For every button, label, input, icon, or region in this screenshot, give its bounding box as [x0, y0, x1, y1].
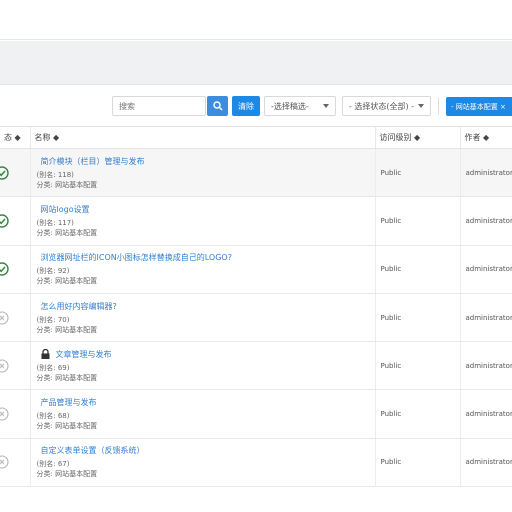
article-title[interactable]: 简介模块（栏目）管理与发布	[41, 157, 145, 166]
table-row: 网站logo设置 (别名: 117) 分类: 网站基本配置 Public adminis…	[0, 196, 512, 246]
article-title[interactable]: 浏览器网址栏的ICON小图标怎样替换成自己的LOGO?	[41, 253, 232, 262]
x-circle-icon[interactable]	[0, 407, 9, 421]
article-title[interactable]: 网站logo设置	[41, 205, 90, 214]
article-category: 分类: 网站基本配置	[36, 422, 98, 431]
article-category: 分类: 网站基本配置	[36, 277, 98, 286]
article-title-link[interactable]: 简介模块（栏目）管理与发布	[37, 156, 375, 167]
article-alias: (别名: 67)	[36, 460, 70, 469]
name-cell: 怎么用好内容编辑器? (别名: 70) 分类: 网站基本配置	[30, 293, 376, 343]
author-cell: administrator	[460, 293, 512, 343]
article-title-link[interactable]: 网站logo设置	[37, 204, 375, 215]
status-cell[interactable]	[0, 389, 31, 439]
x-circle-icon[interactable]	[0, 455, 9, 469]
article-title-link[interactable]: 怎么用好内容编辑器?	[37, 301, 375, 312]
article-alias: (别名: 92)	[36, 267, 70, 276]
status-cell[interactable]	[0, 341, 31, 391]
column-header-name[interactable]: 名称 ◆	[30, 126, 376, 149]
access-cell: Public	[375, 293, 461, 343]
article-title[interactable]: 产品管理与发布	[41, 398, 97, 407]
check-circle-icon[interactable]	[0, 165, 9, 180]
articles-table: 态 ◆ 名称 ◆ 访问级别 ◆ 作者 ◆ 简介模块（栏目）管理与发布 (别名: 1…	[0, 126, 512, 488]
access-cell: Public	[375, 389, 461, 439]
name-cell: 文章管理与发布 (别名: 69) 分类: 网站基本配置	[30, 341, 376, 391]
status-select[interactable]: - 选择状态(全部) -	[342, 96, 431, 116]
column-header-access[interactable]: 访问级别 ◆	[375, 126, 461, 149]
status-cell[interactable]	[0, 438, 31, 488]
name-cell: 浏览器网址栏的ICON小图标怎样替换成自己的LOGO? (别名: 92) 分类: 网…	[30, 245, 376, 294]
author-cell: administrator	[460, 341, 512, 391]
article-alias: (别名: 69)	[36, 363, 70, 372]
table-row: 简介模块（栏目）管理与发布 (别名: 118) 分类: 网站基本配置 Public ad…	[0, 148, 512, 198]
filter-select[interactable]: -选择稿选-	[264, 96, 336, 116]
column-header-author[interactable]: 作者 ◆	[460, 126, 512, 149]
name-cell: 网站logo设置 (别名: 117) 分类: 网站基本配置	[30, 196, 376, 246]
author-cell: administrator	[460, 196, 512, 246]
filter-select-label: -选择稿选-	[271, 101, 309, 111]
article-category: 分类: 网站基本配置	[36, 373, 98, 382]
chevron-down-icon	[323, 104, 329, 108]
author-cell: administrator	[460, 148, 512, 198]
article-category: 分类: 网站基本配置	[36, 470, 98, 479]
table-row: 怎么用好内容编辑器? (别名: 70) 分类: 网站基本配置 Public admini…	[0, 293, 512, 343]
status-select-label: - 选择状态(全部) -	[349, 101, 415, 111]
search-input[interactable]	[112, 96, 206, 116]
status-cell[interactable]	[0, 148, 31, 198]
article-title-link[interactable]: 产品管理与发布	[37, 397, 375, 408]
article-title-link[interactable]: 文章管理与发布	[37, 349, 375, 360]
name-cell: 简介模块（栏目）管理与发布 (别名: 118) 分类: 网站基本配置	[30, 148, 376, 198]
article-category: 分类: 网站基本配置	[36, 325, 98, 334]
search-icon	[212, 101, 223, 111]
access-cell: Public	[375, 245, 461, 294]
article-alias: (别名: 118)	[36, 170, 74, 179]
status-cell[interactable]	[0, 245, 31, 294]
category-filter-chip[interactable]: - 网站基本配置 ×	[446, 97, 512, 116]
table-row: 浏览器网址栏的ICON小图标怎样替换成自己的LOGO? (别名: 92) 分类: 网…	[0, 245, 512, 294]
author-cell: administrator	[460, 389, 512, 439]
table-row: 产品管理与发布 (别名: 68) 分类: 网站基本配置 Public administr…	[0, 389, 512, 439]
column-header-status[interactable]: 态 ◆	[0, 126, 31, 149]
article-category: 分类: 网站基本配置	[36, 228, 98, 237]
access-cell: Public	[375, 196, 461, 246]
author-cell: administrator	[460, 438, 512, 488]
top-bar	[0, 0, 512, 40]
article-title[interactable]: 文章管理与发布	[56, 350, 112, 359]
status-cell[interactable]	[0, 293, 31, 343]
article-title[interactable]: 自定义表单设置（反馈系统）	[41, 446, 145, 455]
article-alias: (别名: 70)	[36, 315, 70, 324]
name-cell: 产品管理与发布 (别名: 68) 分类: 网站基本配置	[30, 389, 376, 439]
article-title-link[interactable]: 浏览器网址栏的ICON小图标怎样替换成自己的LOGO?	[37, 252, 375, 263]
table-row: 自定义表单设置（反馈系统） (别名: 67) 分类: 网站基本配置 Public adm…	[0, 438, 512, 488]
search-button[interactable]	[207, 96, 228, 116]
article-title[interactable]: 怎么用好内容编辑器?	[41, 302, 117, 311]
lock-icon	[41, 349, 49, 360]
check-circle-icon[interactable]	[0, 262, 9, 276]
access-cell: Public	[375, 341, 461, 391]
status-cell[interactable]	[0, 196, 31, 246]
article-title-link[interactable]: 自定义表单设置（反馈系统）	[37, 445, 375, 456]
header-band	[0, 41, 512, 85]
check-circle-icon[interactable]	[0, 214, 9, 228]
article-category: 分类: 网站基本配置	[36, 180, 98, 189]
x-circle-icon[interactable]	[0, 359, 9, 373]
clear-button[interactable]: 清除	[232, 96, 260, 116]
article-alias: (别名: 117)	[36, 218, 74, 227]
access-cell: Public	[375, 438, 461, 488]
name-cell: 自定义表单设置（反馈系统） (别名: 67) 分类: 网站基本配置	[30, 438, 376, 488]
chevron-down-icon	[418, 104, 424, 108]
author-cell: administrator	[460, 245, 512, 294]
table-row: 文章管理与发布 (别名: 69) 分类: 网站基本配置 Public administr…	[0, 341, 512, 391]
divider	[438, 98, 439, 115]
x-circle-icon[interactable]	[0, 310, 9, 325]
access-cell: Public	[375, 148, 461, 198]
article-alias: (别名: 68)	[36, 412, 70, 421]
